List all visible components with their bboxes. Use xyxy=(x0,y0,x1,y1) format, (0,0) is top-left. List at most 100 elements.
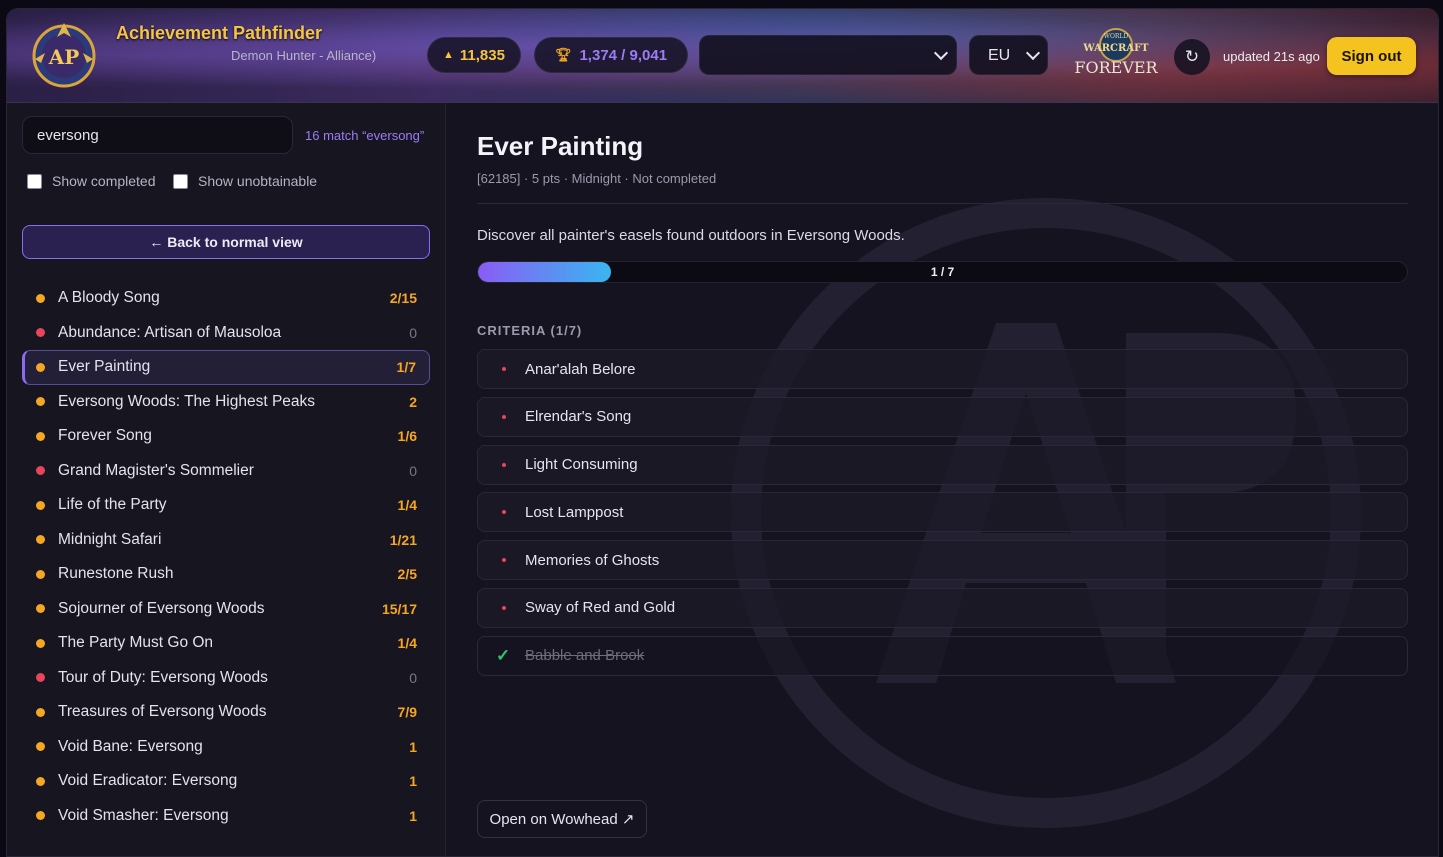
list-item-count: 0 xyxy=(409,669,417,686)
criteria-heading: CRITERIA (1/7) xyxy=(477,323,583,338)
chevron-down-icon xyxy=(1025,45,1041,61)
match-count: 16 match “eversong” xyxy=(305,128,425,143)
criteria-name: Light Consuming xyxy=(525,456,638,474)
list-item-count: 1/6 xyxy=(397,428,417,445)
status-dot xyxy=(36,673,45,683)
list-item[interactable]: Void Bane: Eversong 1 xyxy=(22,730,430,765)
show-unobtainable-checkbox[interactable] xyxy=(173,173,188,189)
list-item-count: 1/7 xyxy=(396,359,416,376)
show-unobtainable-toggle[interactable]: Show unobtainable xyxy=(173,173,317,189)
criteria-item: ✓ Babble and Brook xyxy=(477,635,1408,676)
status-dot xyxy=(36,397,45,407)
character-select[interactable] xyxy=(699,35,957,75)
status-dot xyxy=(36,638,45,648)
status-dot xyxy=(36,569,45,579)
list-item[interactable]: Ever Painting 1/7 xyxy=(22,350,430,385)
app-title: Achievement Pathfinder xyxy=(116,23,323,43)
svg-text:FOREVER: FOREVER xyxy=(1074,58,1158,77)
refresh-button[interactable]: ↻ xyxy=(1174,39,1210,75)
list-item-name: Life of the Party xyxy=(58,496,167,514)
show-completed-toggle[interactable]: Show completed xyxy=(27,173,156,189)
list-item-name: Runestone Rush xyxy=(58,565,174,583)
status-dot xyxy=(36,604,45,614)
list-item[interactable]: Void Eradicator: Eversong 1 xyxy=(22,764,430,799)
sidebar: 16 match “eversong” Show completed Show … xyxy=(7,103,446,856)
status-dot xyxy=(36,500,45,510)
search-input[interactable] xyxy=(22,116,293,154)
criteria-item: Sway of Red and Gold xyxy=(477,587,1408,628)
achievement-list: A Bloody Song 2/15 Abundance: Artisan of M… xyxy=(22,281,430,833)
list-item-count: 2/15 xyxy=(389,290,417,307)
points-value: 11,835 xyxy=(459,46,505,64)
list-item-count: 15/17 xyxy=(381,600,417,617)
achievement-description: Discover all painter's easels found outd… xyxy=(477,227,905,244)
updated-status: updated 21s ago xyxy=(1223,49,1320,64)
list-item[interactable]: Grand Magister's Sommelier 0 xyxy=(22,454,430,489)
status-dot xyxy=(36,776,45,786)
list-item[interactable]: Eversong Woods: The Highest Peaks 2 xyxy=(22,385,430,420)
sign-out-button[interactable]: Sign out xyxy=(1327,37,1416,75)
list-item-name: The Party Must Go On xyxy=(58,634,214,652)
trophy-icon: 🏆︎ xyxy=(554,47,572,62)
status-dot xyxy=(36,466,45,476)
list-item[interactable]: Sojourner of Eversong Woods 15/17 xyxy=(22,592,430,627)
status-dot xyxy=(36,328,45,338)
achievement-detail: Ever Painting [62185] · 5 pts · Midnight… xyxy=(446,103,1438,856)
list-item-count: 1/4 xyxy=(397,635,417,652)
list-item[interactable]: Tour of Duty: Eversong Woods 0 xyxy=(22,661,430,696)
criteria-name: Memories of Ghosts xyxy=(525,551,660,569)
list-item[interactable]: A Bloody Song 2/15 xyxy=(22,281,430,316)
region-select[interactable]: EU xyxy=(969,35,1048,75)
incomplete-dot-icon xyxy=(502,414,506,419)
status-dot xyxy=(36,293,45,303)
list-item-name: Void Eradicator: Eversong xyxy=(58,772,238,790)
back-to-normal-view-button[interactable]: ← Back to normal view xyxy=(22,225,430,259)
list-item[interactable]: Life of the Party 1/4 xyxy=(22,488,430,523)
list-item-name: Sojourner of Eversong Woods xyxy=(58,599,265,617)
list-item[interactable]: Void Smasher: Eversong 1 xyxy=(22,799,430,834)
points-badge: ▲ 11,835 xyxy=(427,37,521,73)
incomplete-dot-icon xyxy=(502,605,506,610)
incomplete-dot-icon xyxy=(502,367,506,371)
list-item[interactable]: Runestone Rush 2/5 xyxy=(22,557,430,592)
list-item-name: Eversong Woods: The Highest Peaks xyxy=(58,392,316,410)
criteria-name: Anar'alah Belore xyxy=(525,360,636,378)
progress-label: 1 / 7 xyxy=(930,265,955,279)
wow-forever-logo: WORLD WARCRAFT FOREVER xyxy=(1074,28,1159,77)
list-item-count: 1/4 xyxy=(397,497,417,514)
list-item[interactable]: The Party Must Go On 1/4 xyxy=(22,626,430,661)
status-dot xyxy=(36,742,45,752)
open-on-wowhead-button[interactable]: Open on Wowhead ↗ xyxy=(477,800,647,838)
achievements-value: 1,374 / 9,041 xyxy=(579,46,668,64)
criteria-item: Anar'alah Belore xyxy=(477,349,1408,389)
achievement-title: Ever Painting xyxy=(477,131,644,161)
divider xyxy=(477,203,1408,204)
list-item-count: 2 xyxy=(409,393,417,410)
achievement-meta: [62185] · 5 pts · Midnight · Not complet… xyxy=(477,171,717,186)
refresh-icon: ↻ xyxy=(1184,47,1200,66)
list-item-count: 1 xyxy=(409,807,417,824)
list-item[interactable]: Midnight Safari 1/21 xyxy=(22,523,430,558)
list-item[interactable]: Forever Song 1/6 xyxy=(22,419,430,454)
show-completed-checkbox[interactable] xyxy=(27,173,42,189)
criteria-list: Anar'alah Belore Elrendar's Song Light Con… xyxy=(477,349,1408,684)
criteria-item: Lost Lamppost xyxy=(477,492,1408,533)
character-subtitle: Demon Hunter - Alliance) xyxy=(231,48,377,63)
incomplete-dot-icon xyxy=(502,462,506,467)
list-item[interactable]: Abundance: Artisan of Mausoloa 0 xyxy=(22,316,430,351)
list-item[interactable]: Treasures of Eversong Woods 7/9 xyxy=(22,695,430,730)
status-dot xyxy=(36,535,45,545)
status-dot xyxy=(36,811,45,821)
region-value: EU xyxy=(988,47,1011,64)
criteria-name: Elrendar's Song xyxy=(525,408,632,426)
list-item-count: 1 xyxy=(409,773,417,790)
list-item-name: Forever Song xyxy=(58,427,152,445)
list-item-count: 2/5 xyxy=(397,566,417,583)
svg-text:WARCRAFT: WARCRAFT xyxy=(1082,43,1149,54)
show-completed-label: Show completed xyxy=(52,173,156,189)
criteria-name: Sway of Red and Gold xyxy=(525,599,676,617)
list-item-name: Abundance: Artisan of Mausoloa xyxy=(58,323,282,341)
list-item-name: Treasures of Eversong Woods xyxy=(58,703,267,721)
list-item-count: 0 xyxy=(409,324,417,341)
list-item-name: Ever Painting xyxy=(58,358,151,376)
